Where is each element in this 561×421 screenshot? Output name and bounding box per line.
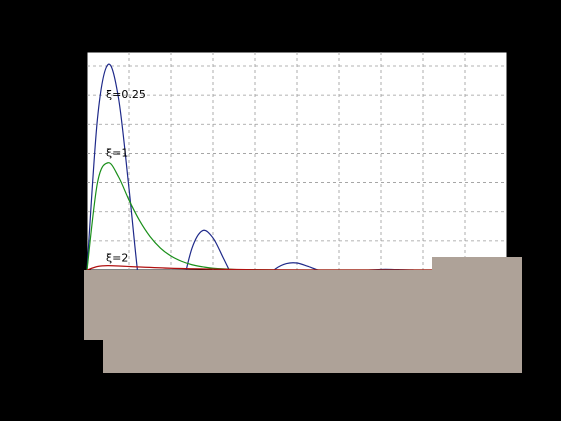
- y-tick-label: 3: [74, 178, 80, 190]
- series-label-0: ξ=0.25: [106, 88, 146, 101]
- figure: 7 6 5 4 3 2 1 0 ξ=0.25 ξ=1 ξ=2: [74, 51, 522, 373]
- y-tick-label: 1: [74, 236, 80, 248]
- y-tick-label: 2: [74, 207, 80, 219]
- y-tick-label: 4: [74, 148, 80, 160]
- y-tick-label: 0: [74, 265, 80, 277]
- occluding-gray-region: [84, 257, 522, 373]
- series-label-2: ξ=2: [106, 251, 128, 264]
- series-label-1: ξ=1: [106, 146, 128, 159]
- y-axis-ticks: 7 6 5 4 3 2 1 0: [74, 61, 80, 277]
- y-tick-label: 6: [74, 90, 80, 102]
- y-tick-label: 5: [74, 119, 80, 131]
- y-tick-label: 7: [74, 61, 80, 73]
